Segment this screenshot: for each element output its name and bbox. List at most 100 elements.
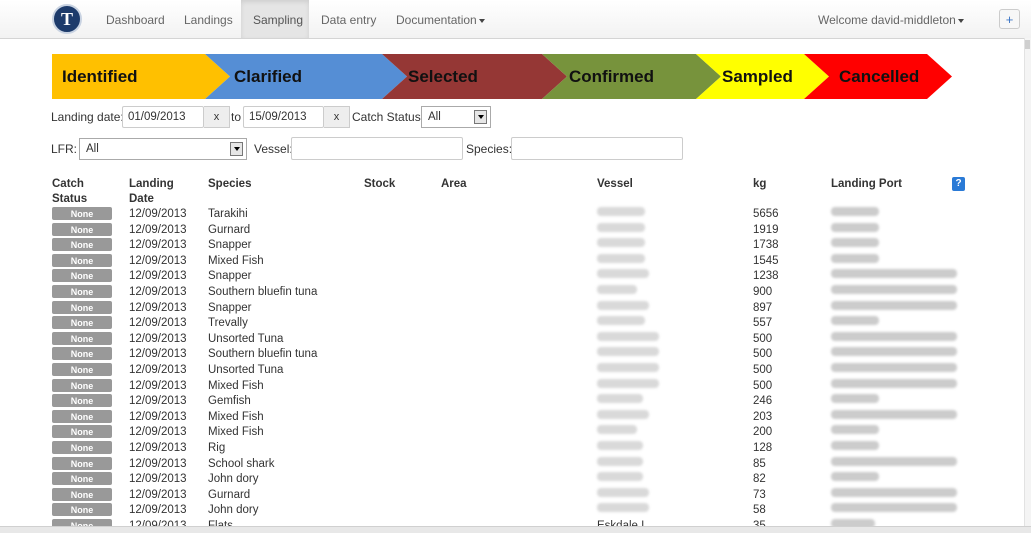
catch-status-badge[interactable]: None [52, 472, 112, 486]
landing-port-redacted [831, 409, 957, 419]
nav-documentation-label: Documentation [396, 13, 477, 27]
landing-date-cell: 12/09/2013 [129, 270, 187, 283]
landing-port-redacted [831, 456, 957, 466]
nav-dashboard[interactable]: Dashboard [94, 0, 177, 38]
table-row[interactable]: None 12/09/2013 Tarakihi 5656 [0, 207, 1024, 223]
kg-cell: 82 [753, 473, 766, 486]
vessel-input[interactable] [291, 137, 463, 160]
catch-status-badge[interactable]: None [52, 394, 112, 408]
catch-status-badge[interactable]: None [52, 238, 112, 252]
catch-status-badge[interactable]: None [52, 316, 112, 330]
catch-status-select[interactable]: All [421, 106, 491, 128]
landing-date-cell: 12/09/2013 [129, 208, 187, 220]
add-button[interactable]: + [999, 9, 1020, 29]
landing-date-cell: 12/09/2013 [129, 410, 187, 423]
species-cell: Rig [208, 442, 226, 454]
catch-status-badge[interactable]: None [52, 409, 112, 423]
col-landing-date-line2: Date [129, 193, 154, 205]
catch-status-badge[interactable]: None [52, 253, 112, 267]
catch-status-badge[interactable]: None [52, 503, 112, 517]
landing-date-cell: 12/09/2013 [129, 317, 187, 330]
catch-status-label: Catch Status: [352, 110, 425, 124]
species-cell: School shark [208, 457, 275, 470]
vessel-redacted [597, 363, 659, 372]
landing-date-cell: 12/09/2013 [129, 395, 187, 408]
table-row[interactable]: None 12/09/2013 John dory 82 [0, 472, 1024, 488]
landing-port-redacted [831, 300, 957, 310]
catch-status-badge[interactable]: None [52, 269, 112, 283]
table-row[interactable]: None 12/09/2013 Mixed Fish 200 [0, 425, 1024, 441]
catch-status-badge[interactable]: None [52, 456, 112, 470]
catch-status-badge[interactable]: None [52, 300, 112, 314]
catch-status-badge[interactable]: None [52, 207, 112, 220]
landing-date-cell: 12/09/2013 [129, 223, 187, 236]
table-row[interactable]: None 12/09/2013 John dory 58 [0, 503, 1024, 519]
landing-port-redacted [831, 487, 957, 497]
catch-status-badge[interactable]: None [52, 487, 112, 501]
catch-status-badge[interactable]: None [52, 285, 112, 298]
table-row[interactable]: None 12/09/2013 Gemfish 246 [0, 394, 1024, 410]
col-stock[interactable]: Stock [364, 177, 395, 192]
help-icon[interactable]: ? [952, 177, 965, 191]
app-logo[interactable]: T [52, 4, 82, 34]
nav-documentation[interactable]: Documentation [384, 0, 497, 38]
catch-status-badge[interactable]: None [52, 222, 112, 236]
col-catch-status[interactable]: Catch Status [52, 177, 87, 207]
scrollbar-thumb[interactable] [1025, 40, 1030, 49]
col-area[interactable]: Area [441, 177, 467, 192]
kg-cell: 500 [753, 332, 773, 345]
clear-date-from-button[interactable]: x [204, 106, 230, 128]
col-landing-port[interactable]: Landing Port [831, 177, 902, 192]
chevron-down-icon [478, 18, 485, 23]
catch-status-badge[interactable]: None [52, 363, 112, 376]
landing-port-redacted [831, 331, 957, 341]
vessel-redacted [597, 222, 645, 232]
catch-status-badge[interactable]: None [52, 347, 112, 361]
catch-status-badge[interactable]: None [52, 425, 112, 439]
nav-landings[interactable]: Landings [172, 0, 245, 38]
date-from-input[interactable]: 01/09/2013 [122, 106, 204, 128]
table-row[interactable]: None 12/09/2013 Mixed Fish 1545 [0, 253, 1024, 270]
table-row[interactable]: None 12/09/2013 School shark 85 [0, 456, 1024, 473]
nav-data-entry[interactable]: Data entry [309, 0, 388, 38]
landing-date-cell: 12/09/2013 [129, 488, 187, 501]
col-species[interactable]: Species [208, 177, 251, 192]
catch-status-badge[interactable]: None [52, 441, 112, 454]
table-row[interactable]: None 12/09/2013 Mixed Fish 203 [0, 409, 1024, 426]
scrollbar[interactable] [1024, 38, 1031, 532]
vessel-redacted [597, 394, 643, 404]
table-row[interactable]: None 12/09/2013 Snapper 1738 [0, 238, 1024, 254]
vessel-redacted [597, 238, 645, 248]
table-row[interactable]: None 12/09/2013 Gurnard 1919 [0, 222, 1024, 239]
chevron-down-icon [474, 110, 487, 124]
vessel-redacted [597, 425, 637, 435]
catch-status-badge[interactable]: None [52, 331, 112, 345]
landing-port-redacted [831, 363, 957, 372]
lfr-select[interactable]: All [79, 138, 247, 160]
table-row[interactable]: None 12/09/2013 Unsorted Tuna 500 [0, 363, 1024, 379]
table-row[interactable]: None 12/09/2013 Snapper 1238 [0, 269, 1024, 285]
table-row[interactable]: None 12/09/2013 Mixed Fish 500 [0, 378, 1024, 395]
date-to-input[interactable]: 15/09/2013 [243, 106, 324, 128]
clear-date-to-button[interactable]: x [324, 106, 350, 128]
table-row[interactable]: None 12/09/2013 Trevally 557 [0, 316, 1024, 332]
species-cell: Mixed Fish [208, 254, 264, 267]
kg-cell: 128 [753, 442, 773, 454]
vessel-redacted [597, 269, 649, 279]
catch-status-badge[interactable]: None [52, 378, 112, 392]
landing-port-redacted [831, 378, 957, 388]
col-vessel[interactable]: Vessel [597, 177, 633, 192]
table-row[interactable]: None 12/09/2013 Rig 128 [0, 441, 1024, 457]
table-row[interactable]: None 12/09/2013 Southern bluefin tuna 900 [0, 285, 1024, 301]
user-menu[interactable]: Welcome david-middleton [806, 0, 976, 38]
col-landing-date[interactable]: Landing Date [129, 177, 174, 207]
col-kg[interactable]: kg [753, 177, 766, 192]
nav-sampling[interactable]: Sampling [241, 0, 309, 38]
vessel-redacted [597, 441, 643, 450]
table-row[interactable]: None 12/09/2013 Southern bluefin tuna 500 [0, 347, 1024, 363]
table-row[interactable]: None 12/09/2013 Gurnard 73 [0, 487, 1024, 504]
table-row[interactable]: None 12/09/2013 Snapper 897 [0, 300, 1024, 317]
species-input[interactable] [511, 137, 683, 160]
table-row[interactable]: None 12/09/2013 Unsorted Tuna 500 [0, 331, 1024, 348]
species-cell: Mixed Fish [208, 410, 264, 423]
